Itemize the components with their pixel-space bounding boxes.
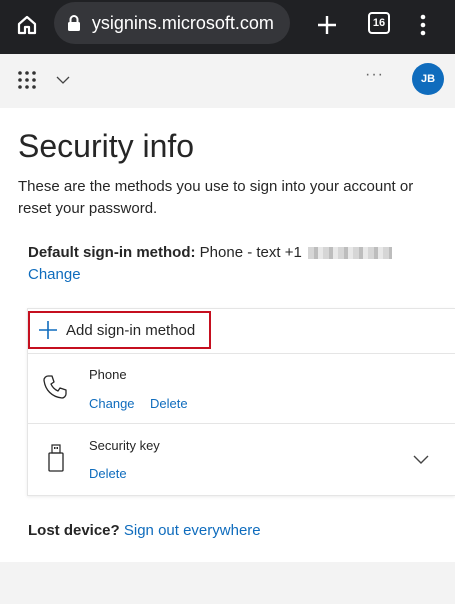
security-key-delete-link[interactable]: Delete [89,466,127,481]
divider [27,423,455,424]
default-method-label: Default sign-in method: [28,244,196,261]
lost-device-label: Lost device? [28,522,120,539]
home-button[interactable] [12,10,42,40]
more-options-button[interactable]: ··· [365,66,384,84]
sign-out-everywhere-link[interactable]: Sign out everywhere [124,522,261,539]
phone-icon [43,375,67,399]
divider [27,353,455,354]
page-description: These are the methods you use to sign in… [18,178,414,217]
browser-menu-button[interactable] [412,10,434,40]
lost-device-row: Lost device? Sign out everywhere [28,522,261,539]
method-name-phone: Phone [89,367,127,382]
home-icon [17,15,37,35]
browser-toolbar: ysignins.microsoft.com 16 [0,0,455,54]
default-sign-in-method: Default sign-in method: Phone - text +1 [28,244,392,261]
kebab-menu-icon [420,14,426,36]
lock-icon [66,14,84,32]
change-default-method-link[interactable]: Change [28,266,81,283]
avatar[interactable]: JB [412,63,444,95]
tab-switcher-button[interactable]: 16 [368,12,390,34]
redacted-phone-number [307,247,392,260]
phone-delete-link[interactable]: Delete [150,396,188,411]
url-text: ysignins.microsoft.com [91,12,274,33]
add-sign-in-method-label: Add sign-in method [66,321,196,339]
default-method-value: Phone - text +1 [199,244,302,261]
method-name-security-key: Security key [89,438,160,453]
app-header: ··· [0,54,455,106]
page-footer [0,562,455,604]
chevron-down-icon[interactable] [55,72,71,88]
phone-change-link[interactable]: Change [89,396,135,411]
page-title: Security info [18,128,195,164]
add-sign-in-method-button[interactable]: Add sign-in method [28,311,211,349]
address-bar[interactable]: ysignins.microsoft.com [54,2,290,44]
plus-icon [318,16,336,34]
new-tab-button[interactable] [312,10,342,40]
app-launcher-icon[interactable] [17,70,37,90]
plus-icon [39,321,57,339]
usb-key-icon [48,444,64,472]
chevron-down-icon[interactable] [412,450,430,468]
